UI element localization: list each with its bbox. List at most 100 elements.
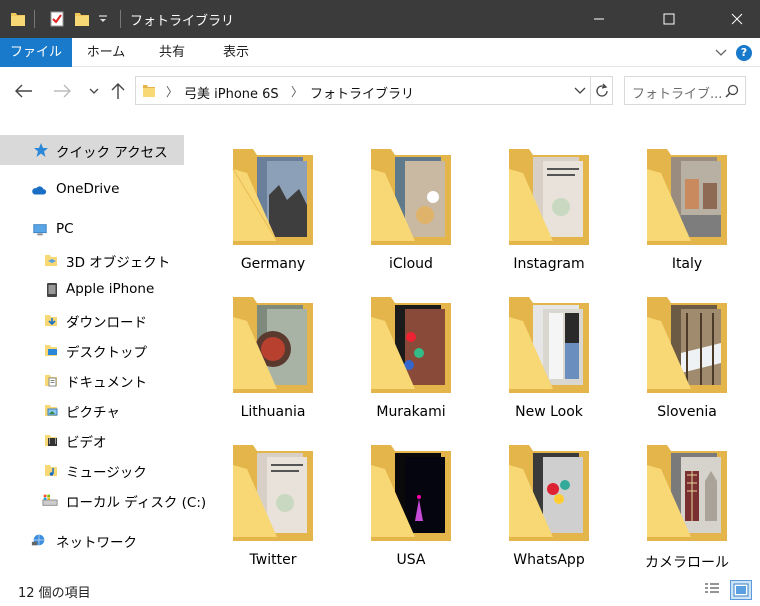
forward-button[interactable] bbox=[52, 81, 72, 101]
item-count: 12 個の項目 bbox=[18, 586, 91, 601]
help-button[interactable]: ? bbox=[736, 45, 752, 61]
folder-tile[interactable]: Instagram bbox=[489, 125, 609, 272]
nav-onedrive[interactable]: OneDrive bbox=[0, 175, 186, 205]
music-icon bbox=[45, 465, 57, 476]
ribbon: ファイル ホーム 共有 表示 ? bbox=[0, 38, 760, 67]
nav-label: クイック アクセス bbox=[56, 145, 168, 161]
nav-videos[interactable]: ビデオ bbox=[0, 425, 186, 455]
nav-desktop[interactable]: デスクトップ bbox=[0, 335, 186, 365]
divider bbox=[590, 77, 591, 104]
chevron-down-icon[interactable] bbox=[98, 14, 108, 24]
nav-network[interactable]: ネットワーク bbox=[0, 525, 186, 555]
folder-icon bbox=[647, 149, 727, 245]
up-button[interactable] bbox=[108, 81, 128, 101]
ribbon-expand-icon[interactable] bbox=[714, 46, 728, 58]
divider bbox=[34, 10, 35, 28]
nav-label: デスクトップ bbox=[66, 345, 147, 361]
nav-apple-iphone[interactable]: Apple iPhone bbox=[0, 275, 186, 305]
nav-3d-objects[interactable]: 3D オブジェクト bbox=[0, 245, 186, 275]
folder-tile[interactable]: iCloud bbox=[351, 125, 471, 272]
folder-tile[interactable]: Germany bbox=[213, 125, 333, 272]
arrow-up-icon bbox=[111, 83, 125, 99]
folder-tile[interactable]: USA bbox=[351, 421, 471, 568]
maximize-icon bbox=[663, 13, 675, 25]
search-placeholder: フォトライブ... bbox=[632, 87, 723, 102]
folder-tile[interactable]: Lithuania bbox=[213, 273, 333, 420]
nav-music[interactable]: ミュージック bbox=[0, 455, 186, 485]
folder-name: Instagram bbox=[513, 256, 585, 272]
breadcrumb-current[interactable]: フォトライブラリ bbox=[310, 83, 414, 102]
nav-label: Apple iPhone bbox=[66, 281, 155, 297]
folder-name: Italy bbox=[671, 256, 703, 272]
new-folder-icon[interactable] bbox=[74, 10, 90, 28]
nav-documents[interactable]: ドキュメント bbox=[0, 365, 186, 395]
minimize-icon bbox=[594, 18, 604, 20]
folder-icon bbox=[371, 149, 451, 245]
download-icon bbox=[45, 315, 57, 326]
breadcrumb-separator: 〉 bbox=[291, 85, 304, 99]
folder-tile[interactable]: Slovenia bbox=[627, 273, 747, 420]
nav-label: ミュージック bbox=[66, 465, 147, 481]
folder-name: iCloud bbox=[389, 256, 433, 272]
folder-tile[interactable]: カメラロール bbox=[627, 421, 747, 571]
address-bar[interactable]: 〉 弓美 iPhone 6S 〉 フォトライブラリ bbox=[135, 76, 613, 105]
title-bar: フォトライブラリ bbox=[0, 0, 760, 38]
nav-label: ピクチャ bbox=[66, 405, 120, 421]
folder-name: USA bbox=[396, 552, 426, 568]
folder-icon bbox=[647, 445, 727, 541]
refresh-icon[interactable] bbox=[594, 83, 610, 99]
folder-icon bbox=[371, 297, 451, 393]
window-title: フォトライブラリ bbox=[130, 14, 235, 29]
nav-pc[interactable]: PC bbox=[0, 215, 186, 245]
minimize-button[interactable] bbox=[576, 0, 622, 38]
large-icons-view-icon bbox=[733, 583, 749, 597]
address-row: 〉 弓美 iPhone 6S 〉 フォトライブラリ フォトライブ... bbox=[0, 67, 760, 115]
folder-tile[interactable]: Italy bbox=[627, 125, 747, 272]
breadcrumb-separator: 〉 bbox=[166, 85, 179, 99]
back-button[interactable] bbox=[14, 81, 34, 101]
3d-objects-icon bbox=[45, 255, 57, 266]
nav-label: ビデオ bbox=[66, 435, 107, 451]
maximize-button[interactable] bbox=[646, 0, 692, 38]
arrow-right-icon bbox=[54, 84, 71, 98]
properties-icon[interactable] bbox=[49, 10, 65, 28]
folder-icon bbox=[143, 85, 155, 97]
tab-file[interactable]: ファイル bbox=[0, 38, 72, 67]
folder-icon bbox=[233, 297, 313, 393]
breadcrumb-device[interactable]: 弓美 iPhone 6S bbox=[184, 83, 279, 102]
nav-label: PC bbox=[56, 221, 74, 237]
drive-icon bbox=[42, 494, 58, 506]
chevron-down-icon bbox=[89, 88, 99, 94]
nav-pictures[interactable]: ピクチャ bbox=[0, 395, 186, 425]
folder-tile[interactable]: New Look bbox=[489, 273, 609, 420]
folder-icon bbox=[647, 297, 727, 393]
close-icon bbox=[731, 13, 743, 25]
details-view-button[interactable] bbox=[702, 580, 724, 600]
folder-icon bbox=[509, 149, 589, 245]
tab-home[interactable]: ホーム bbox=[78, 38, 134, 67]
chevron-down-icon[interactable] bbox=[574, 87, 586, 95]
folder-icon bbox=[233, 445, 313, 541]
search-box[interactable]: フォトライブ... bbox=[624, 76, 746, 105]
folder-icon bbox=[232, 149, 313, 245]
nav-downloads[interactable]: ダウンロード bbox=[0, 305, 186, 335]
computer-icon bbox=[33, 224, 47, 236]
nav-label: OneDrive bbox=[56, 181, 120, 197]
search-icon[interactable] bbox=[725, 84, 739, 98]
desktop-icon bbox=[45, 345, 57, 356]
folder-tile[interactable]: Murakami bbox=[351, 273, 471, 420]
folder-name: Twitter bbox=[249, 552, 297, 568]
close-button[interactable] bbox=[714, 0, 760, 38]
nav-label: 3D オブジェクト bbox=[66, 255, 171, 271]
large-icons-view-button[interactable] bbox=[730, 580, 752, 600]
folder-name: カメラロール bbox=[645, 555, 729, 571]
nav-local-disk[interactable]: ローカル ディスク (C:) bbox=[0, 485, 206, 515]
recent-locations-button[interactable] bbox=[84, 81, 104, 101]
folder-icon bbox=[371, 445, 451, 541]
folder-tile[interactable]: Twitter bbox=[213, 421, 333, 568]
nav-quick-access[interactable]: クイック アクセス bbox=[0, 135, 184, 165]
nav-label: ドキュメント bbox=[66, 375, 147, 391]
tab-view[interactable]: 表示 bbox=[210, 38, 262, 67]
tab-share[interactable]: 共有 bbox=[146, 38, 198, 67]
folder-tile[interactable]: WhatsApp bbox=[489, 421, 609, 568]
